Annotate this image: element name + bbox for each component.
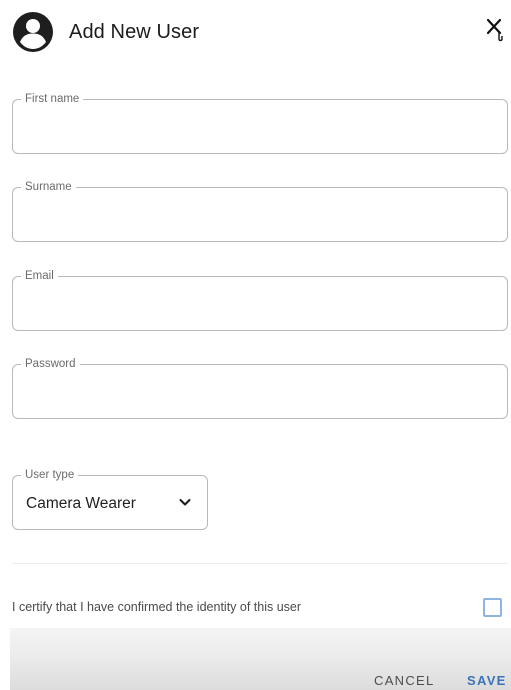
dialog-footer: CANCEL SAVE bbox=[10, 628, 511, 690]
certify-checkbox[interactable] bbox=[483, 598, 502, 617]
user-type-label: User type bbox=[21, 468, 79, 482]
user-type-value: Camera Wearer bbox=[26, 495, 136, 512]
password-input[interactable] bbox=[13, 365, 507, 418]
save-button[interactable]: SAVE bbox=[467, 673, 507, 688]
first-name-input[interactable] bbox=[13, 100, 507, 153]
account-circle-icon bbox=[13, 12, 53, 52]
password-field[interactable]: Password bbox=[12, 357, 508, 419]
user-type-select[interactable]: User type Camera Wearer bbox=[12, 468, 208, 530]
chevron-down-icon bbox=[179, 499, 191, 506]
email-input[interactable] bbox=[13, 277, 507, 330]
dialog-header: Add New User bbox=[12, 12, 199, 52]
surname-input[interactable] bbox=[13, 188, 507, 241]
email-field[interactable]: Email bbox=[12, 269, 508, 331]
first-name-field[interactable]: First name bbox=[12, 92, 508, 154]
divider bbox=[12, 563, 508, 564]
add-user-dialog: Add New User First name Surname Email Pa… bbox=[0, 0, 511, 690]
dialog-title: Add New User bbox=[69, 20, 200, 43]
certify-label: I certify that I have confirmed the iden… bbox=[12, 600, 302, 614]
cancel-button[interactable]: CANCEL bbox=[374, 673, 435, 688]
surname-field[interactable]: Surname bbox=[12, 180, 508, 242]
close-icon bbox=[486, 18, 503, 42]
close-button[interactable] bbox=[485, 16, 507, 42]
